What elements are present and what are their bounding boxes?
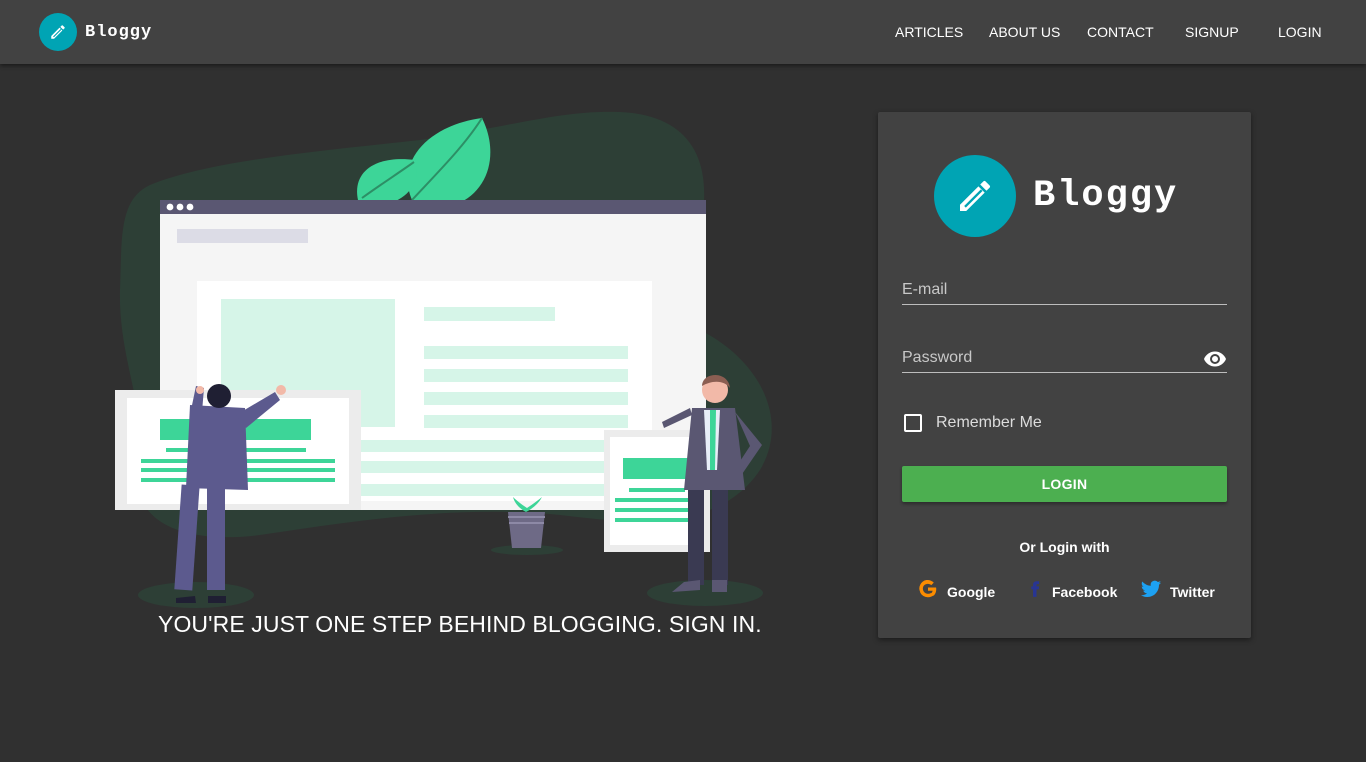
google-login-button[interactable]: Google <box>917 578 995 605</box>
nav-articles[interactable]: ARTICLES <box>895 24 963 40</box>
nav-login[interactable]: LOGIN <box>1278 24 1322 40</box>
top-app-bar: Bloggy ARTICLES ABOUT US CONTACT SIGNUP … <box>0 0 1366 64</box>
hero-illustration <box>110 110 780 610</box>
card-brand: Bloggy <box>934 155 1178 237</box>
login-card: Bloggy Remember Me LOGIN Or Login with G… <box>878 112 1251 638</box>
or-login-with-text: Or Login with <box>1019 539 1110 555</box>
remember-me-label: Remember Me <box>936 414 1042 431</box>
nav-contact[interactable]: CONTACT <box>1087 24 1154 40</box>
facebook-icon <box>1026 578 1044 605</box>
brand[interactable]: Bloggy <box>39 13 152 51</box>
remember-me-checkbox[interactable] <box>904 414 922 432</box>
remember-me[interactable]: Remember Me <box>904 414 1042 432</box>
card-brand-name: Bloggy <box>1033 175 1179 217</box>
login-button[interactable]: LOGIN <box>902 466 1227 502</box>
nav-about-us[interactable]: ABOUT US <box>989 24 1060 40</box>
twitter-login-button[interactable]: Twitter <box>1140 578 1215 605</box>
email-input[interactable] <box>902 265 1227 304</box>
pencil-logo-icon <box>934 155 1016 237</box>
brand-name: Bloggy <box>85 22 153 42</box>
facebook-label: Facebook <box>1052 583 1118 600</box>
nav-signup[interactable]: SIGNUP <box>1185 24 1239 40</box>
google-icon <box>917 578 939 605</box>
eye-icon[interactable] <box>1203 347 1227 371</box>
twitter-icon <box>1140 578 1162 605</box>
password-input[interactable] <box>902 333 1227 372</box>
google-label: Google <box>947 583 996 600</box>
hero-tagline: YOU'RE JUST ONE STEP BEHIND BLOGGING. SI… <box>158 611 762 637</box>
facebook-login-button[interactable]: Facebook <box>1026 578 1117 605</box>
pencil-logo-icon <box>39 13 77 51</box>
email-field <box>902 265 1227 305</box>
twitter-label: Twitter <box>1170 583 1215 600</box>
password-field <box>902 333 1227 373</box>
